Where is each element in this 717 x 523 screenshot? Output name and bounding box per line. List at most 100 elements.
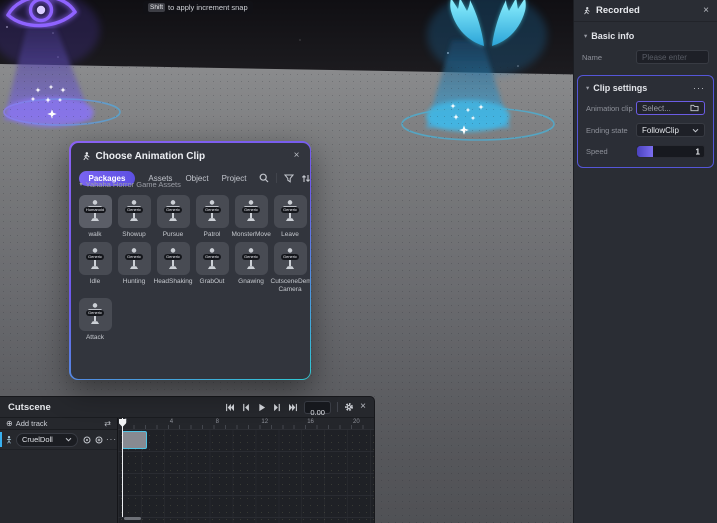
clip-thumbnail[interactable]: Generic [78, 297, 112, 331]
timeline-tracks-viewport[interactable]: 048121620 [117, 418, 374, 523]
collapse-tracks-icon[interactable]: ⇄ [104, 419, 111, 428]
animation-man-icon [81, 151, 91, 162]
clip-name: Gnawing [238, 278, 264, 286]
tab-project[interactable]: Project [222, 174, 247, 183]
clip-thumbnail[interactable]: Generic [117, 194, 151, 228]
search-icon[interactable] [259, 173, 269, 183]
basic-info-section-header[interactable]: ▾ Basic info [584, 31, 707, 41]
inspector-header: Recorded × [574, 0, 717, 22]
animation-clip-label: Animation clip [586, 103, 633, 113]
tab-object[interactable]: Object [185, 174, 208, 183]
animation-clip-select[interactable]: Select... [636, 101, 705, 115]
caret-down-icon: ▾ [586, 85, 590, 92]
asset-pack-title: Yahaha Horror Game Assets [85, 179, 181, 189]
add-track-label[interactable]: Add track [16, 419, 48, 428]
track-menu-icon[interactable]: ··· [106, 435, 117, 444]
time-input-wrap [304, 400, 332, 418]
filter-icon[interactable] [284, 174, 295, 183]
clip-thumbnail[interactable]: Generic [195, 194, 229, 228]
clip-item[interactable]: Generic Showup [115, 194, 154, 239]
speed-slider[interactable]: 1 [636, 145, 705, 158]
clip-thumbnail[interactable]: Generic [273, 242, 307, 276]
ending-state-select[interactable]: FollowClip [636, 123, 705, 137]
playback-controls: × [224, 400, 366, 418]
timeline-title: Cutscene [8, 401, 51, 413]
folder-icon[interactable] [690, 104, 699, 112]
timeline-clip-block[interactable] [122, 431, 147, 449]
name-input-wrap [636, 50, 709, 64]
clip-thumbnail[interactable]: Generic [234, 194, 268, 228]
track-name: CruelDoll [22, 435, 53, 444]
divider [337, 402, 339, 412]
sort-icon[interactable] [301, 174, 310, 183]
track-row[interactable]: CruelDoll ··· [0, 430, 117, 450]
inspector-close-icon[interactable]: × [703, 5, 709, 16]
clip-thumbnail[interactable]: Generic [78, 242, 112, 276]
keyframe-track-icon[interactable] [95, 436, 103, 444]
plus-circle-icon[interactable]: ⊕ [6, 419, 13, 428]
timeline-ruler[interactable]: 048121620 [118, 418, 374, 430]
clip-thumbnail[interactable]: Generic [156, 242, 190, 276]
shift-key-badge: Shift [148, 3, 166, 12]
animation-clip-value: Select... [642, 103, 671, 113]
clip-thumbnail[interactable]: Humanoid [78, 194, 112, 228]
clip-item[interactable]: Generic HeadShaking [154, 242, 193, 294]
clip-thumbnail[interactable]: Generic [234, 242, 268, 276]
divider [276, 173, 278, 183]
skip-to-start-icon[interactable] [224, 402, 234, 412]
clip-name: MonsterMove [231, 230, 271, 238]
clip-item[interactable]: Generic Patrol [193, 194, 232, 239]
chevron-down-icon [65, 437, 72, 442]
speed-slider-fill [637, 146, 654, 157]
skip-to-end-icon[interactable] [288, 402, 298, 412]
ruler-tick-label: 4 [169, 419, 174, 425]
timeline-panel: Cutscene 0.00 × 4 8 12 16 20 ⊕ Add track… [0, 396, 375, 523]
clip-item[interactable]: Generic Hunting [115, 242, 154, 294]
time-input[interactable] [305, 406, 331, 418]
clip-item[interactable]: Generic GrabOut [193, 242, 232, 294]
clip-name: GrabOut [199, 278, 225, 286]
chevron-down-icon [692, 128, 699, 133]
ruler-tick-label: 8 [215, 419, 219, 425]
clip-item[interactable]: Generic Idle [76, 242, 115, 294]
rig-type-badge: Generic [241, 254, 261, 261]
clip-name: Patrol [203, 230, 221, 238]
rig-type-badge: Generic [163, 206, 183, 213]
clip-name: Hunting [122, 278, 146, 286]
editor-stage: Shift to apply increment snap Recorded ×… [0, 0, 717, 523]
prev-frame-icon[interactable] [240, 402, 250, 412]
clip-item[interactable]: Generic Gnawing [232, 242, 271, 294]
name-input[interactable] [642, 52, 703, 62]
ruler-tick-label: 12 [261, 419, 269, 425]
play-icon[interactable] [256, 402, 266, 412]
clip-thumbnail[interactable]: Generic [117, 242, 151, 276]
clip-name: HeadShaking [153, 278, 193, 286]
timeline-close-icon[interactable]: × [360, 402, 366, 412]
rig-type-badge: Generic [202, 254, 222, 261]
clip-item[interactable]: Generic CutsceneDemo Camera [271, 242, 310, 294]
clip-item[interactable]: Generic Leave [271, 194, 310, 239]
next-frame-icon[interactable] [272, 402, 282, 412]
clip-thumbnail[interactable]: Generic [273, 194, 307, 228]
clip-item[interactable]: Generic MonsterMove [231, 194, 271, 239]
clip-thumbnail[interactable]: Generic [156, 194, 190, 228]
modal-close-icon[interactable]: × [294, 151, 300, 161]
clip-thumbnail[interactable]: Generic [195, 242, 229, 276]
clip-grid: Humanoid walk Generic Showup Generic Pursue Ge… [76, 194, 310, 346]
horizontal-scrollbar[interactable] [124, 517, 141, 520]
caret-down-icon: ▾ [584, 33, 588, 40]
animation-clip-row: Animation clip Select... [586, 101, 705, 115]
clip-name: walk [88, 230, 102, 238]
rig-type-badge: Generic [85, 254, 105, 261]
clip-item[interactable]: Generic Attack [76, 297, 115, 342]
record-track-icon[interactable] [83, 436, 91, 444]
timeline-settings-gear-icon[interactable] [344, 402, 354, 412]
clip-settings-menu-icon[interactable]: ··· [693, 83, 705, 93]
track-target-select[interactable]: CruelDoll [16, 432, 78, 447]
inspector-panel: Recorded × ▾ Basic info Name ▾ Clip sett… [573, 0, 717, 523]
clip-settings-header[interactable]: ▾ Clip settings ··· [586, 83, 705, 93]
modal-header: Choose Animation Clip × [71, 143, 310, 162]
snap-tooltip-text: to apply increment snap [168, 3, 248, 12]
clip-item[interactable]: Humanoid walk [76, 194, 115, 239]
clip-item[interactable]: Generic Pursue [154, 194, 193, 239]
